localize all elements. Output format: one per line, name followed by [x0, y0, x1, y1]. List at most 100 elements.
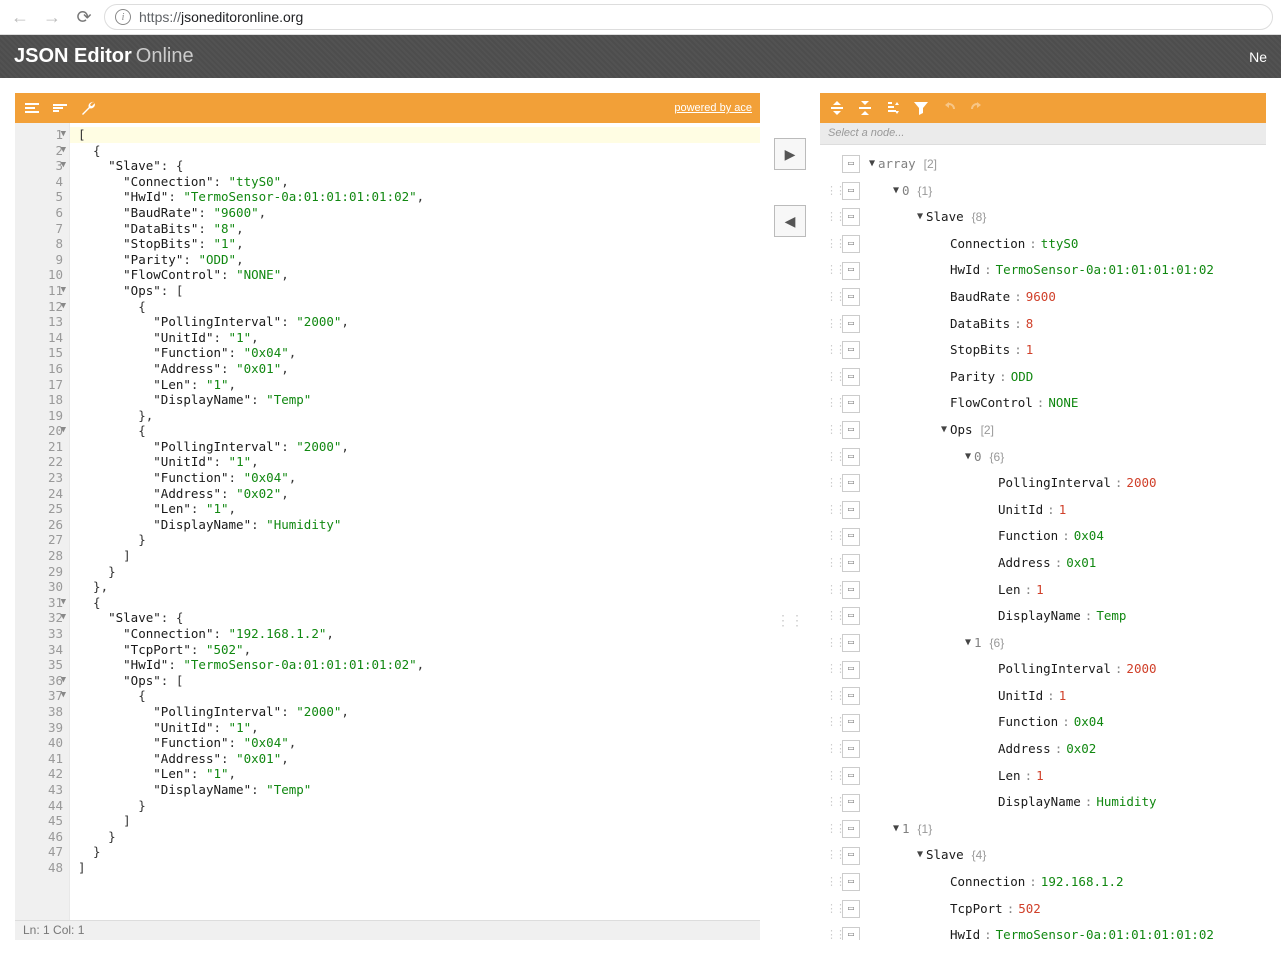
code-line[interactable]: ] [78, 860, 760, 876]
code-line[interactable]: "UnitId": "1", [78, 454, 760, 470]
tree-key[interactable]: BaudRate [950, 284, 1010, 311]
tree-key[interactable]: Slave [926, 204, 964, 231]
code-line[interactable]: { [78, 688, 760, 704]
tree-key[interactable]: Len [998, 577, 1021, 604]
tree-value[interactable]: Humidity [1096, 789, 1156, 816]
context-menu-icon[interactable]: ▭ [842, 448, 860, 466]
tree-key[interactable]: 1 [974, 630, 982, 657]
tree-key[interactable]: 1 [902, 816, 910, 843]
code-line[interactable]: "PollingInterval": "2000", [78, 314, 760, 330]
gutter-line[interactable]: 16 [15, 361, 63, 377]
gutter-line[interactable]: 6 [15, 205, 63, 221]
code-line[interactable]: { [78, 299, 760, 315]
tree-key[interactable]: Slave [926, 842, 964, 869]
code-line[interactable]: "HwId": "TermoSensor-0a:01:01:01:01:02", [78, 657, 760, 673]
gutter-line[interactable]: 28 [15, 548, 63, 564]
tree-row[interactable]: ⋮⋮▭ Address : 0x02 [820, 736, 1266, 763]
tree-key[interactable]: Connection [950, 231, 1025, 258]
gutter-line[interactable]: 17 [15, 377, 63, 393]
tree-value[interactable]: 0x01 [1066, 550, 1096, 577]
code-line[interactable]: ] [78, 548, 760, 564]
tree-key[interactable]: TcpPort [950, 896, 1003, 923]
drag-handle-icon[interactable]: ⋮⋮ [826, 736, 840, 763]
code-line[interactable]: } [78, 829, 760, 845]
tree-key[interactable]: DisplayName [998, 789, 1081, 816]
tree-row[interactable]: ⋮⋮▭ Len : 1 [820, 763, 1266, 790]
gutter-line[interactable]: 34 [15, 642, 63, 658]
drag-handle-icon[interactable]: ⋮⋮ [826, 709, 840, 736]
tree-row[interactable]: ⋮⋮▭ HwId : TermoSensor-0a:01:01:01:01:02 [820, 922, 1266, 940]
powered-by-link[interactable]: powered by ace [674, 102, 752, 114]
code-line[interactable]: ] [78, 813, 760, 829]
gutter-line[interactable]: 20▼ [15, 423, 63, 439]
drag-handle-icon[interactable]: ⋮⋮ [826, 550, 840, 577]
tree-row[interactable]: ⋮⋮▭ FlowControl : NONE [820, 390, 1266, 417]
url-bar[interactable]: i https://jsoneditoronline.org [104, 4, 1273, 30]
tree-row[interactable]: ⋮⋮▭ Function : 0x04 [820, 709, 1266, 736]
gutter-line[interactable]: 42 [15, 766, 63, 782]
tree-key[interactable]: Address [998, 550, 1051, 577]
context-menu-icon[interactable]: ▭ [842, 687, 860, 705]
code-line[interactable]: } [78, 564, 760, 580]
code-line[interactable]: "Len": "1", [78, 766, 760, 782]
code-line[interactable]: "Address": "0x01", [78, 751, 760, 767]
tree-key[interactable]: UnitId [998, 497, 1043, 524]
tree-row[interactable]: ⋮⋮▭ UnitId : 1 [820, 497, 1266, 524]
compact-icon[interactable] [51, 99, 69, 117]
tree-row[interactable]: ⋮⋮▭▼ Slave{8} [820, 204, 1266, 231]
tree-row[interactable]: ⋮⋮▭ Len : 1 [820, 577, 1266, 604]
code-line[interactable]: { [78, 143, 760, 159]
drag-handle-icon[interactable]: ⋮⋮ [826, 763, 840, 790]
tree-value[interactable]: NONE [1048, 390, 1078, 417]
tree-key[interactable]: PollingInterval [998, 656, 1111, 683]
context-menu-icon[interactable]: ▭ [842, 900, 860, 918]
gutter-line[interactable]: 48 [15, 860, 63, 876]
drag-handle-icon[interactable]: ⋮⋮ [826, 311, 840, 338]
context-menu-icon[interactable]: ▭ [842, 554, 860, 572]
drag-handle-icon[interactable]: ⋮⋮ [826, 444, 840, 471]
tree-key[interactable]: DataBits [950, 311, 1010, 338]
copy-left-button[interactable]: ◀ [774, 205, 806, 237]
tree-key[interactable]: HwId [950, 257, 980, 284]
context-menu-icon[interactable]: ▭ [842, 927, 860, 940]
tree-row[interactable]: ⋮⋮▭▼ 1{6} [820, 630, 1266, 657]
node-path[interactable]: Select a node... [820, 123, 1266, 145]
gutter-line[interactable]: 18 [15, 392, 63, 408]
caret-icon[interactable]: ▼ [962, 444, 974, 471]
tree-row[interactable]: ⋮⋮▭ Connection : 192.168.1.2 [820, 869, 1266, 896]
sort-icon[interactable] [884, 99, 902, 117]
tree-row[interactable]: ⋮⋮▭ DataBits : 8 [820, 311, 1266, 338]
drag-handle-icon[interactable]: ⋮⋮ [826, 896, 840, 923]
code-line[interactable]: } [78, 798, 760, 814]
context-menu-icon[interactable]: ▭ [842, 794, 860, 812]
code-line[interactable]: } [78, 532, 760, 548]
context-menu-icon[interactable]: ▭ [842, 235, 860, 253]
code-line[interactable]: } [78, 844, 760, 860]
drag-handle-icon[interactable]: ⋮⋮ [826, 417, 840, 444]
context-menu-icon[interactable]: ▭ [842, 634, 860, 652]
drag-handle-icon[interactable]: ⋮⋮ [826, 816, 840, 843]
copy-right-button[interactable]: ▶ [774, 138, 806, 170]
repair-icon[interactable] [79, 99, 97, 117]
tree-key[interactable]: array [878, 151, 916, 178]
context-menu-icon[interactable]: ▭ [842, 581, 860, 599]
gutter-line[interactable]: 46 [15, 829, 63, 845]
tree-row[interactable]: ⋮⋮▭▼ 0{1} [820, 178, 1266, 205]
gutter-line[interactable]: 13 [15, 314, 63, 330]
tree-value[interactable]: 1 [1036, 577, 1044, 604]
code-line[interactable]: "HwId": "TermoSensor-0a:01:01:01:01:02", [78, 189, 760, 205]
drag-handle-icon[interactable]: ⋮⋮ [826, 178, 840, 205]
gutter-line[interactable]: 15 [15, 345, 63, 361]
tree-row[interactable]: ⋮⋮▭ StopBits : 1 [820, 337, 1266, 364]
tree-value[interactable]: 8 [1026, 311, 1034, 338]
code-line[interactable]: { [78, 595, 760, 611]
gutter-line[interactable]: 33 [15, 626, 63, 642]
tree-value[interactable]: ODD [1011, 364, 1034, 391]
code-line[interactable]: "PollingInterval": "2000", [78, 704, 760, 720]
code-line[interactable]: }, [78, 408, 760, 424]
context-menu-icon[interactable]: ▭ [842, 820, 860, 838]
gutter-line[interactable]: 22 [15, 454, 63, 470]
code-line[interactable]: "DisplayName": "Temp" [78, 782, 760, 798]
gutter-line[interactable]: 45 [15, 813, 63, 829]
gutter-line[interactable]: 1▼ [15, 127, 63, 143]
